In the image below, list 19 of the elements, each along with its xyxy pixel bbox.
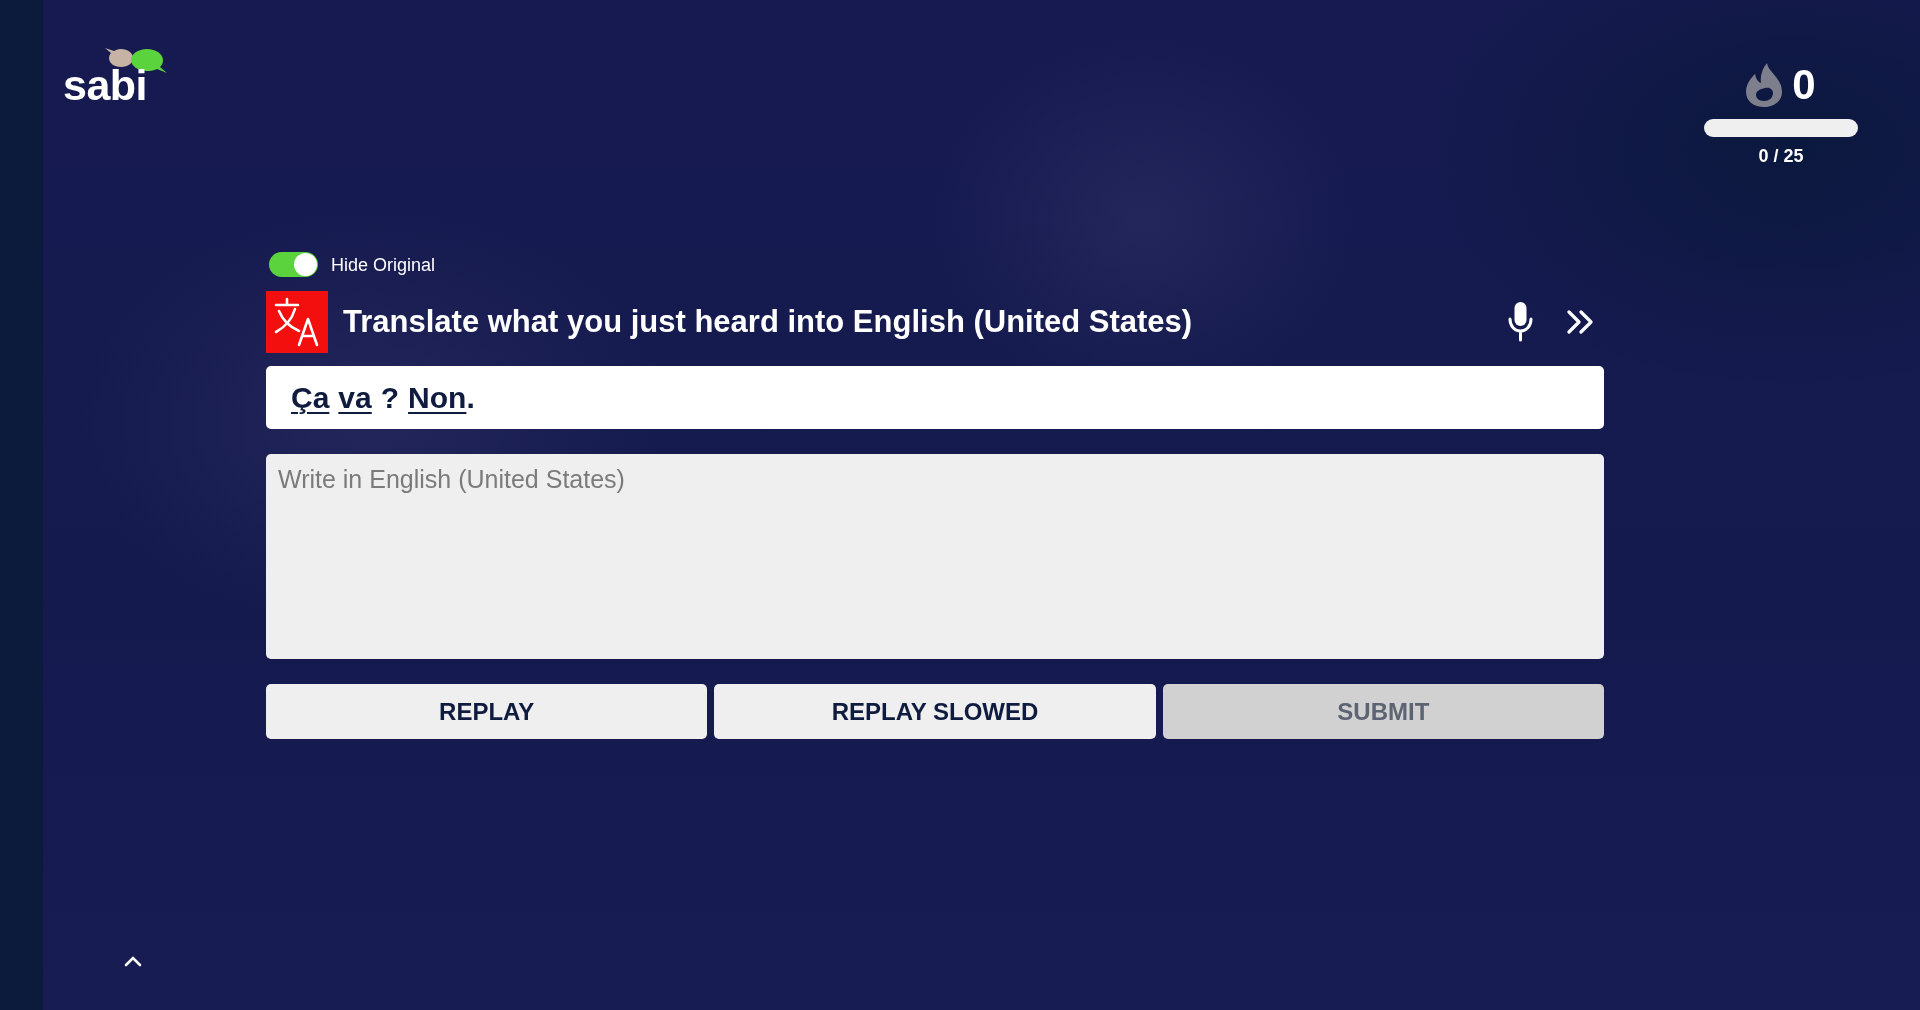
replay-slowed-button[interactable]: REPLAY SLOWED [714,684,1156,739]
word-link[interactable]: Ça [291,379,330,416]
word-link[interactable]: Non [408,379,467,416]
microphone-icon[interactable] [1508,302,1533,342]
toggle-label: Hide Original [331,253,436,276]
streak-count: 0 [1792,63,1816,107]
logo-text[interactable]: sabi [63,70,148,100]
punctuation-text: . [466,379,475,416]
word-link[interactable]: va [338,379,372,416]
chevron-up-icon[interactable] [124,955,142,967]
replay-button[interactable]: REPLAY [266,684,708,739]
translate-icon [266,291,328,353]
double-chevron-icon[interactable] [1567,310,1594,334]
progress-text: 0 / 25 [1758,145,1804,167]
punctuation-text: ? [380,379,400,416]
toggle-switch[interactable] [269,252,318,277]
instruction-title: Translate what you just heard into English (United States) [343,303,1194,341]
flame-icon [1746,63,1783,107]
answer-field[interactable]: Write in English (United States) [266,454,1604,659]
